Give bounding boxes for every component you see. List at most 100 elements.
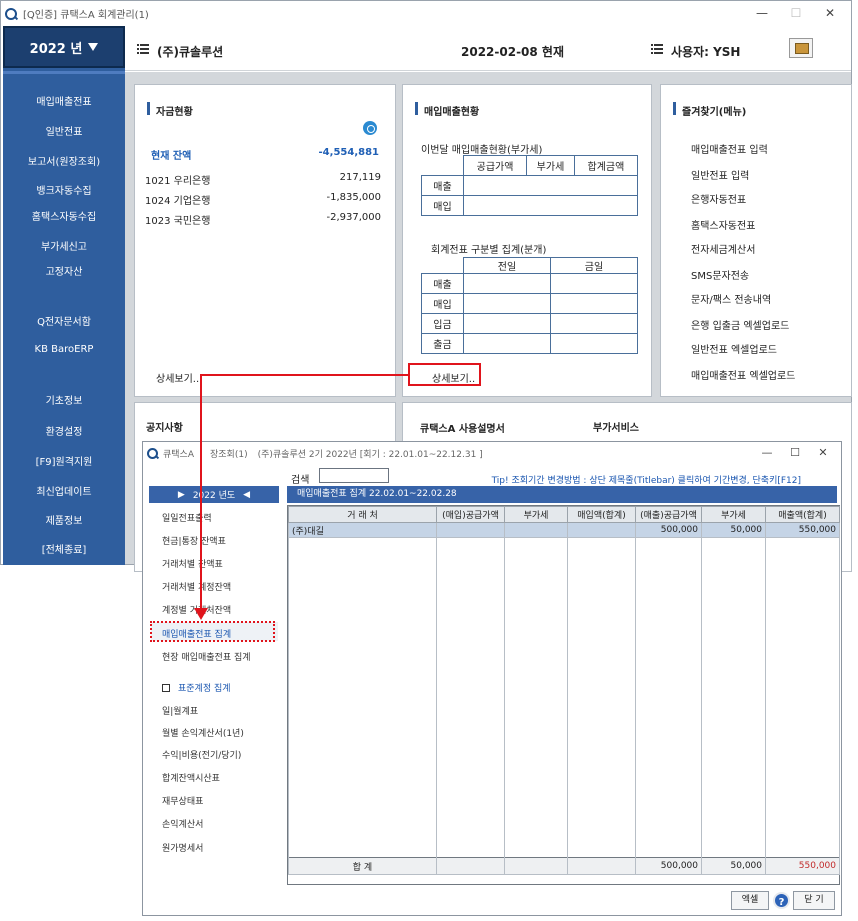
col-header[interactable]: (매입)공급가액 bbox=[436, 506, 505, 523]
balance-value: -4,554,881 bbox=[318, 147, 379, 158]
menu-item[interactable]: 거래처별 잔액표 bbox=[162, 557, 223, 570]
menu-item[interactable]: 일일전표출력 bbox=[162, 511, 212, 524]
col-header[interactable]: (매출)공급가액 bbox=[635, 506, 702, 523]
sidebar-item-sales-voucher[interactable]: 매입매출전표 bbox=[3, 93, 125, 108]
sidebar-item-bank-collect[interactable]: 뱅크자동수집 bbox=[3, 182, 125, 197]
sidebar-item-general-voucher[interactable]: 일반전표 bbox=[3, 123, 125, 138]
col-header[interactable]: 거 래 처 bbox=[288, 506, 437, 523]
col-header[interactable]: 부가세 bbox=[504, 506, 568, 523]
col-header[interactable]: 매입액(합계) bbox=[567, 506, 636, 523]
standard-account-checkbox[interactable] bbox=[162, 684, 170, 692]
bank-row[interactable]: 1021 우리은행 217,119 bbox=[145, 172, 381, 187]
favorite-item[interactable]: 전자세금계산서 bbox=[691, 241, 755, 256]
current-date: 2022-02-08 현재 bbox=[461, 45, 565, 59]
report-title-bar: 매입매출전표 집계 22.02.01~22.02.28 bbox=[287, 486, 837, 503]
col-header[interactable]: 부가세 bbox=[701, 506, 766, 523]
close-dialog-button[interactable]: 닫 기 bbox=[793, 891, 835, 910]
sidebar-item-exit[interactable]: [전체종료] bbox=[3, 541, 125, 556]
vat-summary-title: 이번달 매입매출현황(부가세) bbox=[421, 145, 543, 156]
total-row: 합 계 500,000 50,000 550,000 bbox=[288, 857, 840, 875]
popup-window-name: 장조회(1) bbox=[210, 449, 248, 460]
popup-close-button[interactable]: ✕ bbox=[809, 442, 837, 464]
category-summary-table: 전일 금일 매출 매입 입금 출금 bbox=[421, 257, 638, 354]
favorite-item[interactable]: 문자/팩스 전송내역 bbox=[691, 291, 771, 306]
sidebar-item-reports[interactable]: 보고서(원장조회) bbox=[3, 153, 125, 168]
favorites-title: 즐겨찾기(메뉴) bbox=[673, 102, 746, 118]
menu-item[interactable]: 거래처별 계정잔액 bbox=[162, 580, 231, 593]
excel-button[interactable]: 엑셀 bbox=[731, 891, 769, 910]
sidebar-item-q-docs[interactable]: Q전자문서함 bbox=[3, 313, 125, 328]
popup-period: (주)큐솔루션 2기 2022년 [회기 : 22.01.01~22.12.31… bbox=[257, 449, 483, 460]
table-row[interactable]: (주)대길 500,000 50,000 550,000 bbox=[288, 522, 840, 538]
menu-item[interactable]: 수익|비용(전기/당기) bbox=[162, 748, 241, 761]
menu-item[interactable]: 재무상태표 bbox=[162, 794, 203, 807]
popup-minimize-button[interactable]: — bbox=[753, 442, 781, 464]
sales-panel: 매입매출현황 이번달 매입매출현황(부가세) 공급가액 부가세 합계금액 매출 … bbox=[402, 84, 652, 397]
standard-account-label[interactable]: 표준계정 집계 bbox=[178, 681, 231, 694]
menu-item[interactable]: 합계잔액시산표 bbox=[162, 771, 220, 784]
close-button[interactable]: ✕ bbox=[813, 1, 847, 26]
menu-item[interactable]: 손익계산서 bbox=[162, 817, 203, 830]
main-titlebar[interactable]: [Q인증] 큐택스A 회계관리(1) — ☐ ✕ bbox=[1, 1, 851, 26]
next-year-icon[interactable]: ◀ bbox=[243, 490, 250, 500]
menu-item[interactable]: 일|월계표 bbox=[162, 704, 198, 717]
favorite-item[interactable]: 은행자동전표 bbox=[691, 191, 746, 206]
sidebar-divider bbox=[3, 71, 125, 74]
col-header[interactable]: 매출액(합계) bbox=[765, 506, 840, 523]
highlight-detail-link bbox=[408, 363, 481, 386]
favorite-item[interactable]: 일반전표 엑셀업로드 bbox=[691, 341, 777, 356]
screenshot-icon[interactable] bbox=[789, 38, 813, 58]
sidebar-item-settings[interactable]: 환경설정 bbox=[3, 423, 125, 438]
addon-title[interactable]: 부가서비스 bbox=[593, 419, 639, 434]
main-title: [Q인증] 큐택스A 회계관리(1) bbox=[23, 10, 149, 21]
favorite-item[interactable]: 은행 입출금 엑셀업로드 bbox=[691, 317, 789, 332]
favorite-item[interactable]: 일반전표 입력 bbox=[691, 167, 749, 182]
sales-title: 매입매출현황 bbox=[415, 102, 479, 118]
manual-title[interactable]: 큐택스A 사용설명서 bbox=[420, 420, 505, 435]
menu-item[interactable]: 계정별 거래처잔액 bbox=[162, 603, 231, 616]
favorite-item[interactable]: SMS문자전송 bbox=[691, 267, 749, 282]
popup-titlebar[interactable]: 큐택스A 장조회(1) (주)큐솔루션 2기 2022년 [회기 : 22.01… bbox=[143, 442, 841, 464]
minimize-button[interactable]: — bbox=[745, 1, 779, 26]
sidebar-item-fixed-assets[interactable]: 고정자산 bbox=[3, 263, 125, 278]
summary-grid: 거 래 처 (매입)공급가액 부가세 매입액(합계) (매출)공급가액 부가세 … bbox=[287, 505, 840, 885]
maximize-button[interactable]: ☐ bbox=[779, 1, 813, 26]
sidebar-item-product-info[interactable]: 제품정보 bbox=[3, 512, 125, 527]
notice-title: 공지사항 bbox=[146, 423, 183, 434]
favorite-item[interactable]: 매입매출전표 엑셀업로드 bbox=[691, 367, 795, 382]
app-logo-icon bbox=[5, 7, 17, 20]
grid-header-row: 거 래 처 (매입)공급가액 부가세 매입액(합계) (매출)공급가액 부가세 … bbox=[288, 506, 840, 523]
menu-item[interactable]: 원가명세서 bbox=[162, 841, 203, 854]
app-logo-icon bbox=[147, 447, 158, 459]
menu-item[interactable]: 현장 매입매출전표 집계 bbox=[162, 650, 251, 663]
vat-summary-table: 공급가액 부가세 합계금액 매출 매입 bbox=[421, 155, 639, 216]
sidebar-item-kb-baroerp[interactable]: KB BaroERP bbox=[3, 344, 125, 355]
favorite-item[interactable]: 홈택스자동전표 bbox=[691, 217, 755, 232]
year-selector[interactable]: 2022 년 bbox=[3, 26, 125, 68]
fund-detail-link[interactable]: 상세보기.. bbox=[156, 370, 199, 385]
bank-row[interactable]: 1023 국민은행 -2,937,000 bbox=[145, 212, 381, 227]
bank-row[interactable]: 1024 기업은행 -1,835,000 bbox=[145, 192, 381, 207]
sidebar-item-vat-report[interactable]: 부가세신고 bbox=[3, 238, 125, 253]
fund-panel: 자금현황 현재 잔액 -4,554,881 1021 우리은행 217,119 … bbox=[134, 84, 396, 397]
refresh-icon[interactable] bbox=[363, 121, 377, 135]
menu-item[interactable]: 현금|통장 잔액표 bbox=[162, 534, 226, 547]
menu-item[interactable]: 월별 손익계산서(1년) bbox=[162, 726, 244, 739]
sidebar-item-hometax-collect[interactable]: 홈택스자동수집 bbox=[3, 208, 125, 223]
search-label: 검색 bbox=[291, 475, 310, 486]
sidebar-item-update[interactable]: 최신업데이트 bbox=[3, 483, 125, 498]
year-nav-label: 2022 년도 bbox=[192, 491, 236, 501]
prev-year-icon[interactable]: ▶ bbox=[178, 490, 185, 500]
list-icon bbox=[651, 44, 663, 54]
empty-area bbox=[288, 537, 840, 858]
sidebar-item-remote-support[interactable]: [F9]원격지원 bbox=[3, 453, 125, 468]
help-icon[interactable]: ? bbox=[773, 892, 790, 909]
search-input[interactable] bbox=[319, 468, 389, 483]
popup-maximize-button[interactable]: ☐ bbox=[781, 442, 809, 464]
favorite-item[interactable]: 매입매출전표 입력 bbox=[691, 141, 768, 156]
caret-down-icon bbox=[88, 43, 99, 51]
sidebar-item-base-info[interactable]: 기초정보 bbox=[3, 392, 125, 407]
year-label: 2022 년 bbox=[29, 41, 83, 57]
balance-label: 현재 잔액 bbox=[151, 151, 192, 162]
header: (주)큐솔루션 2022-02-08 현재 사용자: YSH bbox=[125, 26, 851, 71]
